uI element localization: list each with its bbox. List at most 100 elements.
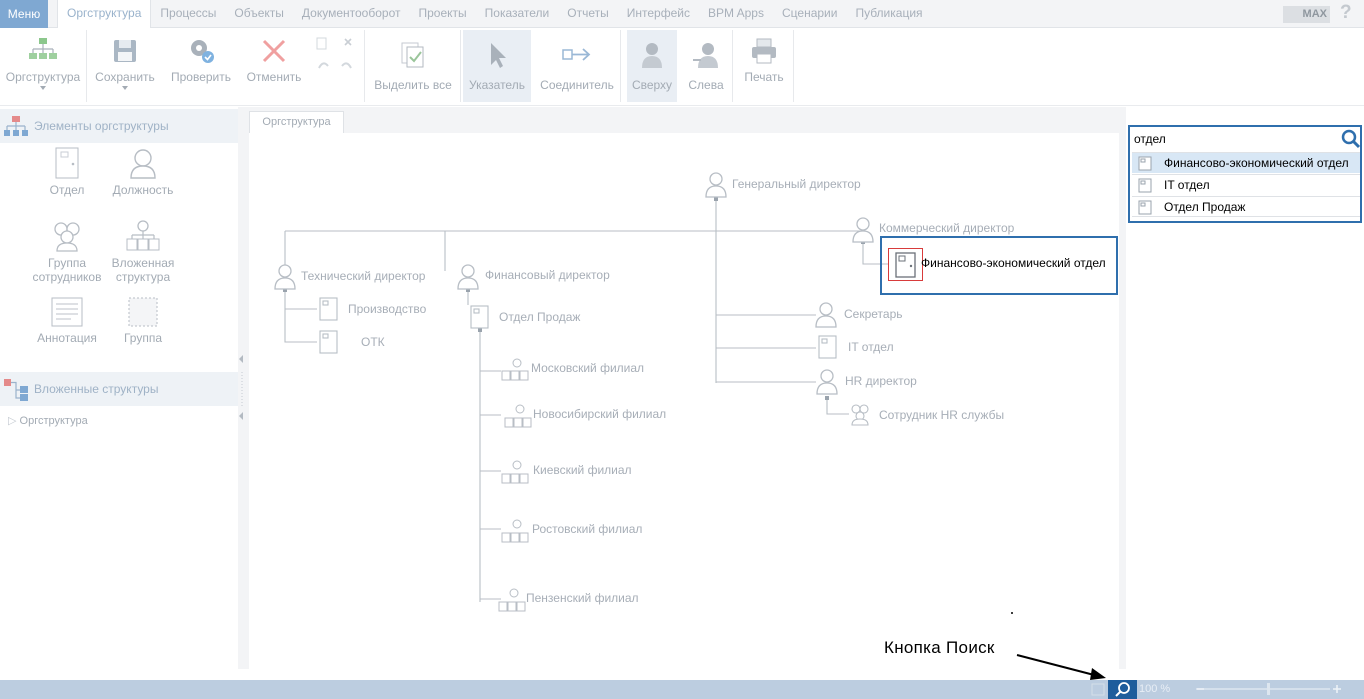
node-rostov-branch[interactable]: Ростовский филиал	[532, 522, 642, 536]
print-button[interactable]: Печать	[739, 30, 789, 84]
ribbon-group-layout: Сверху Слева	[621, 30, 733, 102]
main-menu-button[interactable]: Меню	[0, 0, 48, 28]
search-result-item[interactable]: Финансово-экономический отдел	[1132, 152, 1360, 173]
selected-node-frame[interactable]	[888, 248, 923, 281]
ribbon-group-edit: Сохранить Проверить Отменить	[87, 30, 365, 102]
ribbon-group-print: Печать	[733, 30, 794, 102]
search-icon	[1115, 682, 1130, 697]
node-kyiv-branch[interactable]: Киевский филиал	[533, 463, 632, 477]
tab-interface[interactable]: Интерфейс	[618, 0, 699, 28]
app-window: Меню Оргструктура Процессы Объекты Докум…	[0, 0, 1364, 699]
element-department[interactable]: Отдел	[32, 147, 102, 197]
tab-documents[interactable]: Документооборот	[293, 0, 410, 28]
search-result-label: Финансово-экономический отдел	[1164, 156, 1349, 170]
element-annotation-label: Аннотация	[37, 331, 97, 345]
people-group-icon	[851, 404, 869, 426]
dropdown-arrow-icon	[40, 86, 46, 90]
person-icon	[130, 149, 156, 179]
select-all-label: Выделить все	[374, 78, 452, 92]
element-nested-label-2: структура	[115, 270, 171, 284]
status-bar: 100 %	[0, 680, 1364, 699]
ribbon-group-tools: Указатель Соединитель	[461, 30, 621, 102]
search-result-item[interactable]: Отдел Продаж	[1132, 196, 1360, 217]
node-novosibirsk-branch[interactable]: Новосибирский филиал	[533, 407, 666, 421]
element-staff-group[interactable]: Группа сотрудников	[32, 220, 102, 284]
node-moscow-branch[interactable]: Московский филиал	[531, 361, 644, 375]
print-label: Печать	[744, 70, 784, 84]
element-nested-label-1: Вложенная	[111, 256, 175, 270]
element-nested-structure[interactable]: Вложенная структура	[108, 220, 178, 284]
floppy-disk-icon	[114, 40, 136, 62]
nested-structures-icon	[4, 379, 28, 401]
menu-bar: Меню Оргструктура Процессы Объекты Докум…	[0, 0, 1364, 29]
close-icon	[262, 39, 286, 63]
cancel-button[interactable]: Отменить	[243, 30, 305, 84]
door-icon	[1138, 178, 1152, 193]
node-it-department[interactable]: IT отдел	[848, 340, 894, 354]
node-sales-department[interactable]: Отдел Продаж	[499, 310, 580, 324]
maximize-button[interactable]: MAX	[1283, 6, 1330, 23]
node-hr-staff[interactable]: Сотрудник HR службы	[879, 408, 1004, 422]
search-result-item[interactable]: IT отдел	[1132, 174, 1360, 195]
tab-scenarios[interactable]: Сценарии	[773, 0, 846, 28]
element-position-label: Должность	[112, 183, 174, 197]
layout-left-button[interactable]: Слева	[683, 30, 729, 92]
tab-projects[interactable]: Проекты	[409, 0, 475, 28]
tab-indicators[interactable]: Показатели	[476, 0, 559, 28]
layout-top-button[interactable]: Сверху	[627, 30, 677, 102]
pointer-arrow-icon	[491, 43, 506, 68]
help-icon[interactable]: ?	[1340, 2, 1352, 24]
tab-publication[interactable]: Публикация	[846, 0, 931, 28]
node-commercial-director[interactable]: Коммерческий директор	[879, 221, 1014, 235]
element-position[interactable]: Должность	[108, 147, 178, 197]
diagram-icons	[274, 172, 874, 612]
search-toggle-button[interactable]	[1108, 680, 1137, 699]
pointer-button[interactable]: Указатель	[463, 30, 531, 102]
nested-structures-header[interactable]: Вложенные структуры	[0, 372, 238, 406]
org-diagram[interactable]	[249, 133, 1119, 669]
orgstructure-button[interactable]: Оргструктура	[2, 30, 84, 90]
node-secretary[interactable]: Секретарь	[844, 307, 903, 321]
tab-orgstructure[interactable]: Оргструктура	[57, 0, 152, 29]
cancel-label: Отменить	[246, 70, 302, 84]
node-technical-director[interactable]: Технический директор	[301, 269, 425, 283]
org-chart-icon	[29, 38, 57, 59]
clipboard-tools	[315, 30, 355, 76]
select-all-button[interactable]: Выделить все	[371, 30, 455, 92]
org-structure-icon	[4, 116, 28, 136]
tree-expand-icon[interactable]: ▷	[8, 415, 20, 427]
annotation-icon	[51, 297, 83, 327]
node-otk[interactable]: ОТК	[361, 335, 385, 349]
check-button[interactable]: Проверить	[167, 30, 235, 84]
ribbon-group-select: Выделить все	[365, 30, 461, 102]
left-splitter[interactable]	[238, 107, 248, 669]
connector-label: Соединитель	[540, 78, 614, 92]
layout-left-label: Слева	[688, 78, 724, 92]
door-icon	[1138, 200, 1152, 215]
tab-reports[interactable]: Отчеты	[558, 0, 617, 28]
tree-item-orgstructure[interactable]: ▷ Оргструктура	[8, 414, 88, 427]
save-button[interactable]: Сохранить	[93, 30, 157, 90]
node-fin-econ-department[interactable]: Финансово-экономический отдел	[921, 256, 1106, 270]
people-group-icon	[54, 222, 80, 252]
tab-processes[interactable]: Процессы	[151, 0, 225, 28]
node-financial-director[interactable]: Финансовый директор	[485, 268, 610, 282]
search-icon[interactable]	[1341, 129, 1361, 149]
node-general-director[interactable]: Генеральный директор	[732, 177, 861, 191]
collapse-arrows-icon	[239, 355, 243, 420]
element-group[interactable]: Группа	[108, 297, 178, 345]
node-penza-branch[interactable]: Пензенский филиал	[526, 591, 639, 605]
element-staff-group-label-1: Группа	[47, 256, 87, 270]
element-staff-group-label-2: сотрудников	[32, 270, 102, 284]
tab-objects[interactable]: Объекты	[225, 0, 293, 28]
elements-panel-header[interactable]: Элементы оргструктуры	[0, 109, 238, 143]
search-input[interactable]	[1134, 130, 1339, 148]
connector-button[interactable]: Соединитель	[537, 30, 617, 92]
nested-structure-icon	[498, 358, 532, 612]
node-hr-director[interactable]: HR директор	[845, 374, 917, 388]
element-annotation[interactable]: Аннотация	[32, 297, 102, 345]
tab-bpm-apps[interactable]: BPM Apps	[699, 0, 773, 28]
node-production[interactable]: Производство	[348, 302, 426, 316]
document-tab[interactable]: Оргструктура	[249, 111, 344, 133]
module-tabs: Оргструктура Процессы Объекты Документоо…	[57, 0, 932, 29]
